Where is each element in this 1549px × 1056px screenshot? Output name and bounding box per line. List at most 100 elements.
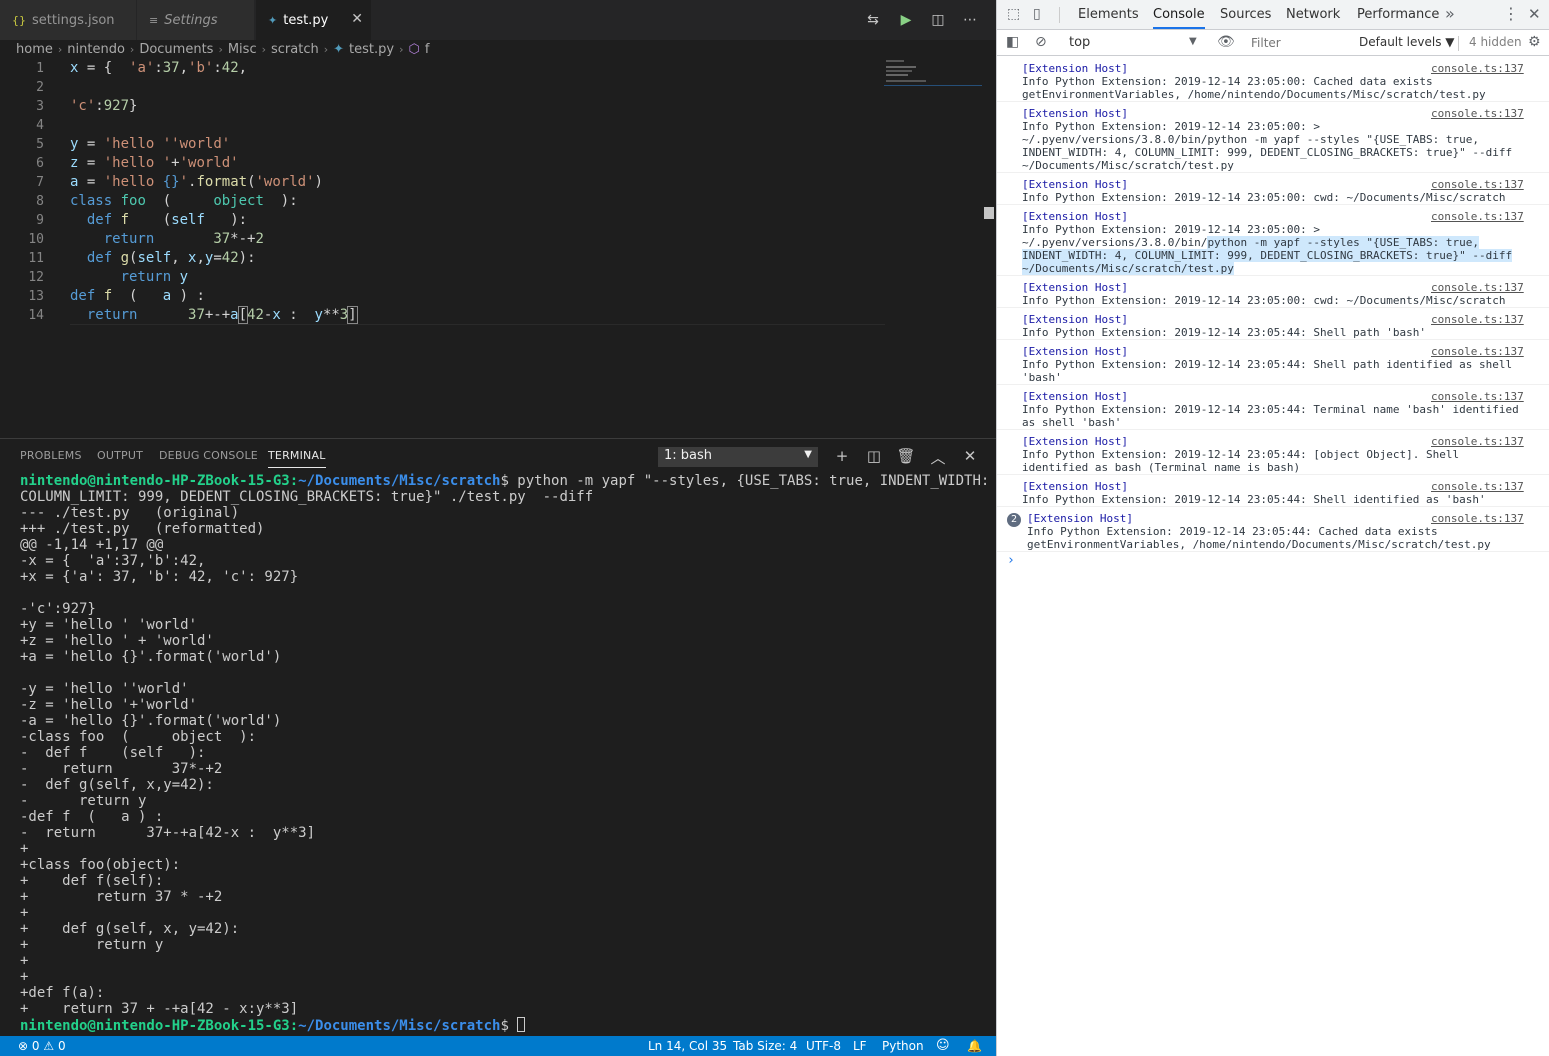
- encoding[interactable]: UTF-8: [806, 1039, 841, 1053]
- source-link[interactable]: console.ts:137: [1431, 178, 1524, 191]
- source-link[interactable]: console.ts:137: [1431, 281, 1524, 294]
- terminal-select[interactable]: 1: bash ▼: [658, 447, 818, 467]
- close-panel-icon[interactable]: ✕: [960, 447, 980, 465]
- tab-elements[interactable]: Elements: [1078, 7, 1139, 22]
- inspect-element-icon[interactable]: ⬚: [1007, 6, 1020, 22]
- code-line-1: x = { 'a':37,'b':42,: [70, 60, 248, 76]
- kebab-menu-icon[interactable]: ⋮: [1503, 4, 1519, 23]
- console-message[interactable]: [Extension Host] console.ts:137 Info Pyt…: [997, 174, 1549, 205]
- message-text: Info Python Extension: 2019-12-14 23:05:…: [1022, 120, 1513, 172]
- console-message[interactable]: [Extension Host] console.ts:137 Info Pyt…: [997, 341, 1549, 385]
- code-editor[interactable]: 1 2 3 4 5 6 7 8 9 10 11 12 13 14 x = { '…: [0, 58, 996, 438]
- scrollbar-thumb[interactable]: [984, 207, 994, 219]
- tab-size[interactable]: Tab Size: 4: [733, 1039, 797, 1053]
- source-link[interactable]: console.ts:137: [1431, 390, 1524, 403]
- source-link[interactable]: console.ts:137: [1431, 210, 1524, 223]
- eye-icon[interactable]: 👁: [1217, 34, 1235, 50]
- message-source: [Extension Host]: [1022, 281, 1128, 294]
- breadcrumb-item[interactable]: Documents: [139, 42, 213, 57]
- breadcrumb-item[interactable]: home: [16, 42, 53, 57]
- console-message[interactable]: 2 [Extension Host] console.ts:137 Info P…: [997, 508, 1549, 552]
- split-editor-icon[interactable]: ◫: [927, 9, 949, 31]
- language-mode[interactable]: Python: [882, 1039, 924, 1053]
- tab-console[interactable]: Console: [1153, 7, 1205, 29]
- source-link[interactable]: console.ts:137: [1431, 62, 1524, 75]
- tab-sources[interactable]: Sources: [1220, 7, 1271, 22]
- console-message[interactable]: [Extension Host] console.ts:137 Info Pyt…: [997, 277, 1549, 308]
- problems-status[interactable]: ⊗ 0 ⚠ 0: [18, 1039, 66, 1053]
- gear-icon[interactable]: ⚙: [1528, 34, 1541, 50]
- log-levels-select[interactable]: Default levels ▼: [1359, 35, 1455, 49]
- console-message[interactable]: [Extension Host] console.ts:137 Info Pyt…: [997, 58, 1549, 102]
- add-icon[interactable]: +: [832, 447, 852, 465]
- filter-input[interactable]: [1251, 34, 1349, 52]
- terminal-output[interactable]: nintendo@nintendo-HP-ZBook-15-G3:~/Docum…: [20, 473, 1015, 1034]
- context-select[interactable]: top: [1069, 35, 1090, 50]
- prompt-user: nintendo@nintendo-HP-ZBook-15-G3: [20, 1018, 290, 1034]
- breadcrumb-item[interactable]: scratch: [271, 42, 319, 57]
- more-actions-icon[interactable]: ⋯: [959, 9, 981, 31]
- console-message[interactable]: [Extension Host] console.ts:137 Info Pyt…: [997, 309, 1549, 340]
- message-source: [Extension Host]: [1022, 313, 1128, 326]
- settings-file-icon: ≡: [149, 13, 159, 27]
- line-number: 5: [36, 137, 44, 152]
- console-message[interactable]: [Extension Host] console.ts:137 Info Pyt…: [997, 386, 1549, 430]
- source-link[interactable]: console.ts:137: [1431, 107, 1524, 120]
- run-icon[interactable]: ▶: [895, 9, 917, 31]
- tab-test-py[interactable]: ✦ test.py ✕: [256, 0, 372, 40]
- tab-terminal[interactable]: TERMINAL: [268, 449, 326, 468]
- tab-debug-console[interactable]: DEBUG CONSOLE: [159, 449, 258, 462]
- tab-settings-json[interactable]: {} settings.json: [0, 0, 137, 40]
- console-prompt[interactable]: ›: [1007, 553, 1015, 568]
- clear-console-icon[interactable]: ⊘: [1035, 34, 1047, 50]
- breadcrumb-item[interactable]: nintendo: [67, 42, 125, 57]
- console-message[interactable]: [Extension Host] console.ts:137 Info Pyt…: [997, 103, 1549, 173]
- close-icon[interactable]: ✕: [1528, 5, 1541, 23]
- source-link[interactable]: console.ts:137: [1431, 313, 1524, 326]
- device-toolbar-icon[interactable]: ▯: [1033, 6, 1041, 22]
- bottom-panel: PROBLEMS OUTPUT DEBUG CONSOLE TERMINAL 1…: [0, 438, 1015, 1036]
- source-link[interactable]: console.ts:137: [1431, 512, 1524, 525]
- tab-settings[interactable]: ≡ Settings: [137, 0, 255, 40]
- chevron-up-icon[interactable]: ︿: [928, 447, 948, 468]
- cursor-position[interactable]: Ln 14, Col 35: [648, 1039, 727, 1053]
- terminal-line: + def g(self, x, y=42):: [20, 921, 240, 937]
- trash-icon[interactable]: 🗑: [896, 447, 916, 465]
- source-link[interactable]: console.ts:137: [1431, 345, 1524, 358]
- tab-output[interactable]: OUTPUT: [97, 449, 143, 462]
- more-tabs-icon[interactable]: »: [1445, 4, 1455, 23]
- console-message[interactable]: [Extension Host] console.ts:137 Info Pyt…: [997, 431, 1549, 475]
- source-link[interactable]: console.ts:137: [1431, 435, 1524, 448]
- feedback-icon[interactable]: ☺: [936, 1038, 950, 1053]
- tab-problems[interactable]: PROBLEMS: [20, 449, 82, 462]
- split-terminal-icon[interactable]: ◫: [864, 447, 884, 465]
- terminal-line: -x = { 'a':37,'b':42,: [20, 553, 206, 569]
- message-text: Info Python Extension: 2019-12-14 23:05:…: [1022, 493, 1486, 506]
- code-line-3: 'c':927}: [70, 98, 138, 114]
- sidebar-toggle-icon[interactable]: ◧: [1006, 34, 1019, 50]
- console-message[interactable]: [Extension Host] console.ts:137 Info Pyt…: [997, 476, 1549, 507]
- message-source: [Extension Host]: [1022, 480, 1128, 493]
- end-of-line[interactable]: LF: [853, 1039, 867, 1053]
- terminal-line: COLUMN_LIMIT: 999, DEDENT_CLOSING_BRACKE…: [20, 489, 594, 505]
- tab-network[interactable]: Network: [1286, 7, 1340, 22]
- minimap[interactable]: [884, 58, 982, 88]
- close-icon[interactable]: ✕: [351, 11, 363, 27]
- terminal-line: + return 37 * -+2: [20, 889, 223, 905]
- open-changes-icon[interactable]: ⇆: [862, 9, 884, 31]
- bell-icon[interactable]: 🔔: [967, 1039, 982, 1053]
- devtools-panel: ⬚ ▯ Elements Console Sources Network Per…: [996, 0, 1549, 1056]
- breadcrumb-item[interactable]: f: [425, 42, 430, 57]
- source-link[interactable]: console.ts:137: [1431, 480, 1524, 493]
- terminal-prompt-line: nintendo@nintendo-HP-ZBook-15-G3:~/Docum…: [20, 1017, 1015, 1034]
- breadcrumb-item[interactable]: Misc: [228, 42, 257, 57]
- terminal-command: $ python -m yapf "--styles, {USE_TABS: t…: [500, 473, 1015, 489]
- console-message[interactable]: [Extension Host] console.ts:137 Info Pyt…: [997, 206, 1549, 276]
- breadcrumb-item[interactable]: test.py: [349, 42, 394, 57]
- breadcrumb: home › nintendo › Documents › Misc › scratch…: [16, 40, 429, 58]
- prompt-suffix: $: [500, 1018, 518, 1034]
- tab-performance[interactable]: Performance: [1357, 7, 1439, 22]
- message-text: Info Python Extension: 2019-12-14 23:05:…: [1022, 403, 1519, 429]
- code-line-14: return 37+-+a[42-x : y**3]: [86, 306, 358, 324]
